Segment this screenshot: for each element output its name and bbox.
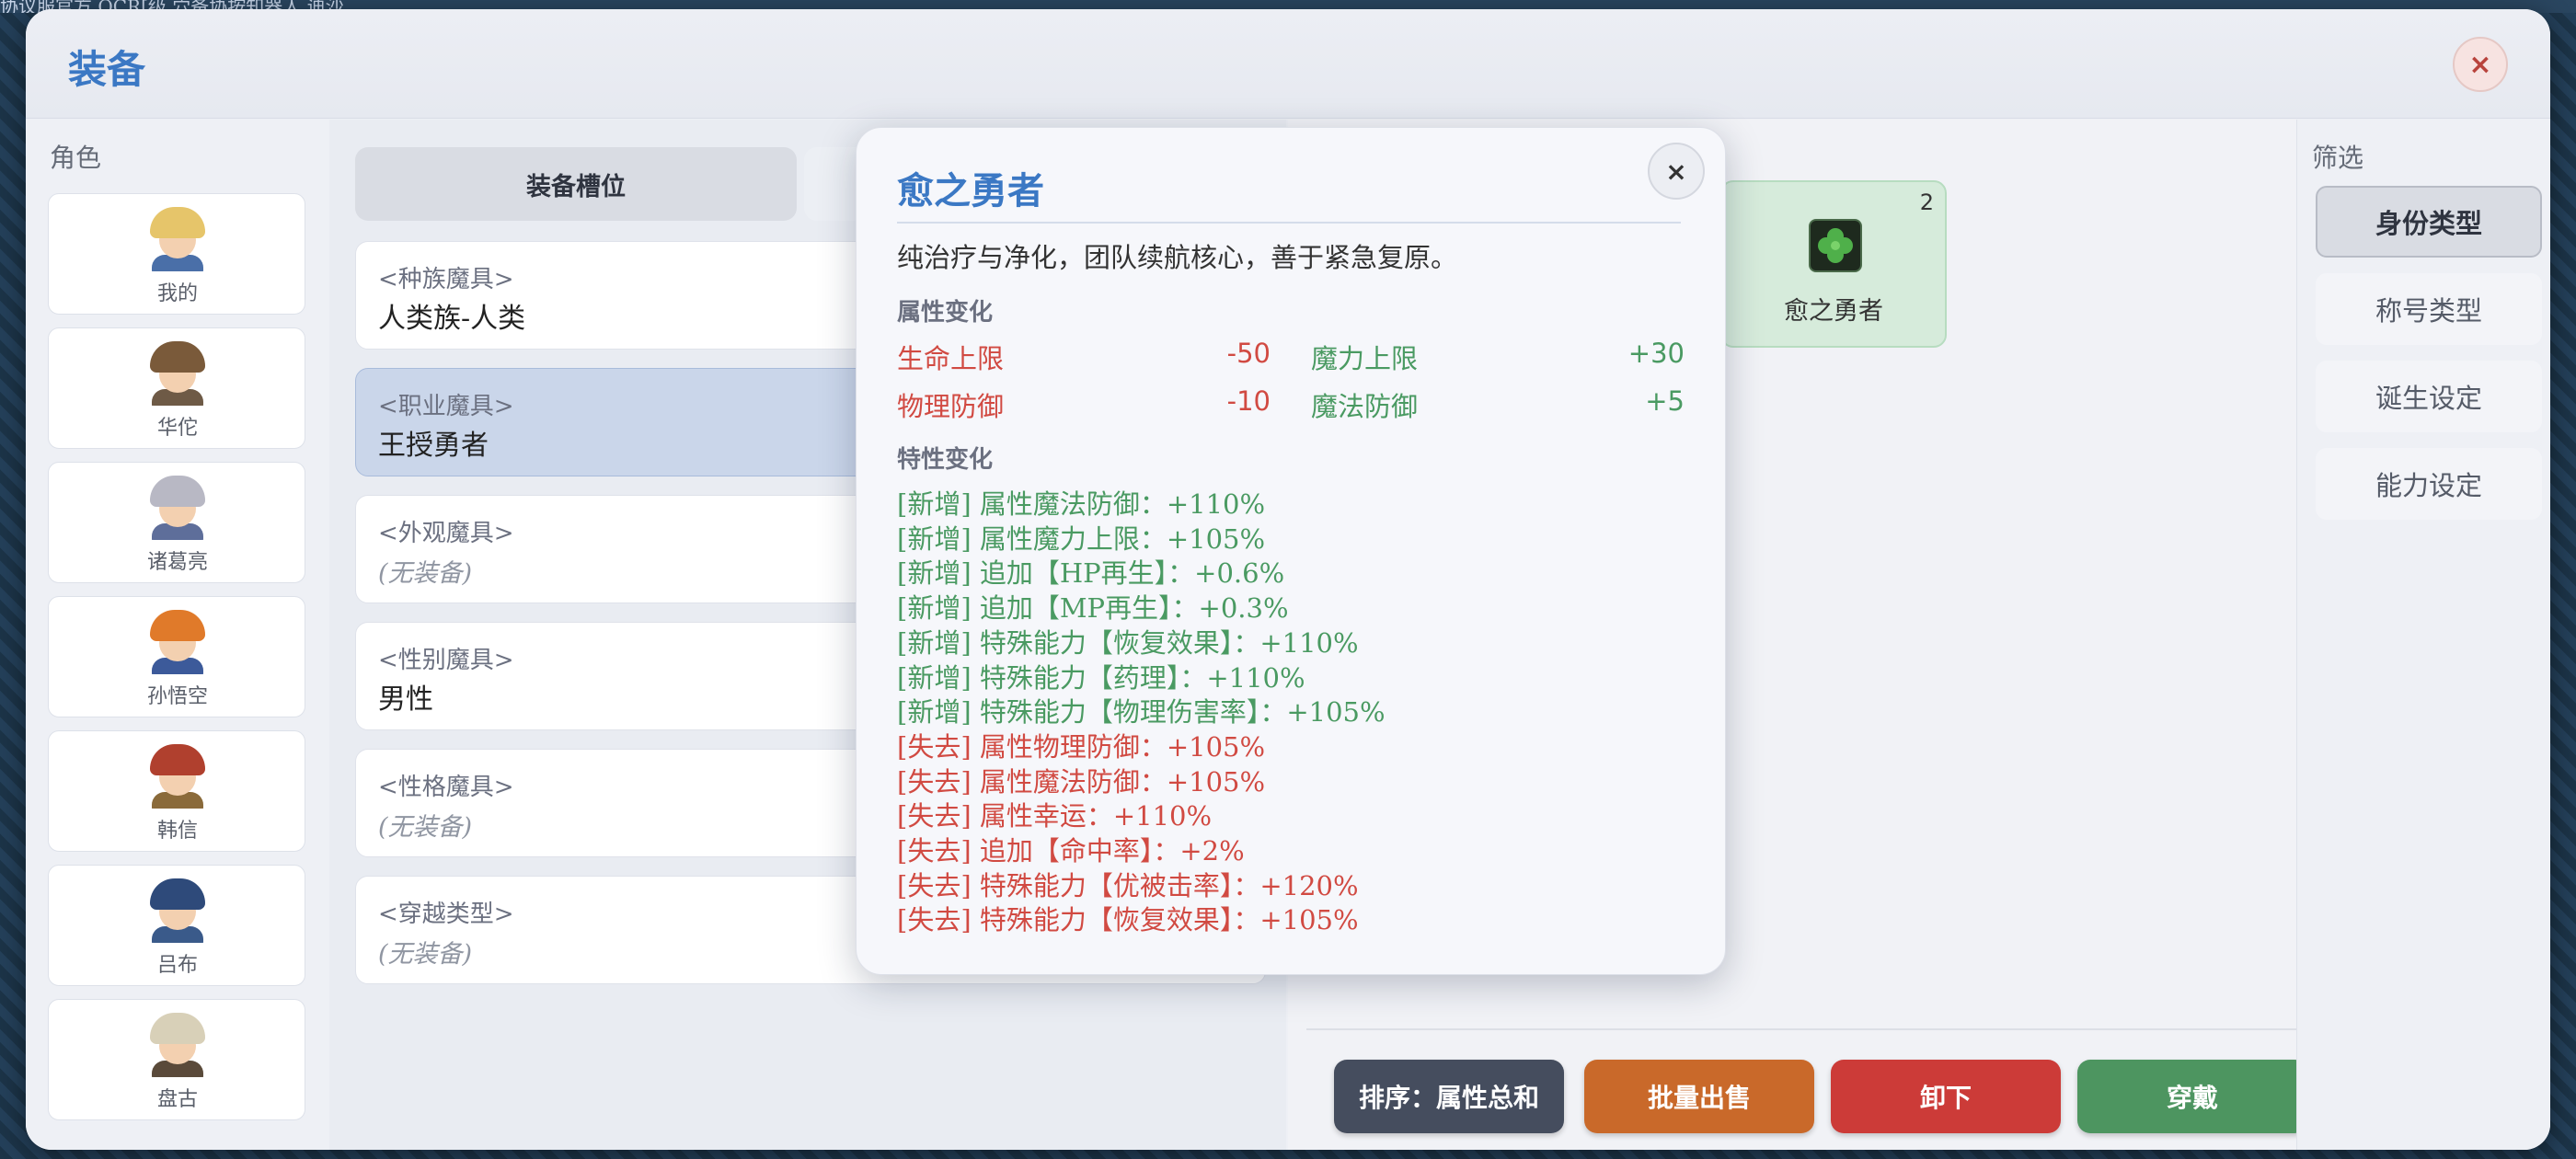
role-card[interactable]: 诸葛亮	[48, 462, 305, 583]
stat-value: +30	[1627, 338, 1685, 369]
trait-line: [新增] 特殊能力【恢复效果】：+110%	[897, 626, 1359, 659]
trait-line: [新增] 追加【HP再生】：+0.6%	[897, 557, 1285, 590]
stat-value: -10	[1226, 385, 1271, 417]
slot-type: <性别魔具>	[378, 647, 514, 674]
avatar	[144, 339, 211, 406]
slot-value: (无装备)	[378, 559, 473, 588]
avatar	[144, 877, 211, 943]
window-close-button[interactable]: ×	[2453, 37, 2508, 92]
equip-button[interactable]: 穿戴	[2077, 1060, 2307, 1133]
trait-line: [失去] 属性魔法防御：+105%	[897, 765, 1266, 798]
role-name: 我的	[156, 282, 198, 305]
popup-divider	[897, 222, 1681, 224]
slot-value: (无装备)	[378, 940, 473, 969]
trait-line: [失去] 特殊能力【恢复效果】：+105%	[897, 904, 1359, 936]
filter-panel: 筛选 身份类型称号类型诞生设定能力设定	[2296, 120, 2550, 1150]
trait-line: [失去] 追加【命中率】：+2%	[897, 835, 1245, 866]
popup-description: 纯治疗与净化，团队续航核心，善于紧急复原。	[897, 242, 1458, 273]
divider	[1306, 1028, 2304, 1030]
popup-close-button[interactable]: ×	[1648, 143, 1705, 200]
avatar	[144, 608, 211, 674]
item-name: 愈之勇者	[1784, 297, 1883, 326]
batch-sell-button[interactable]: 批量出售	[1584, 1060, 1814, 1133]
trait-change-heading: 特性变化	[897, 446, 994, 474]
trait-line: [失去] 属性物理防御：+105%	[897, 730, 1266, 763]
role-card[interactable]: 孙悟空	[48, 596, 305, 717]
slot-value: 王授勇者	[378, 430, 489, 462]
item-count: 2	[1919, 189, 1934, 215]
avatar	[144, 1011, 211, 1077]
slot-type: <外观魔具>	[378, 520, 514, 547]
role-card[interactable]: 盘古	[48, 999, 305, 1120]
sort-button[interactable]: 排序：属性总和	[1334, 1060, 1564, 1133]
slot-type: <性格魔具>	[378, 774, 514, 801]
trait-line: [新增] 属性魔力上限：+105%	[897, 522, 1266, 555]
filter-button[interactable]: 身份类型	[2316, 186, 2542, 258]
item-card[interactable]: 2 愈之勇者	[1720, 180, 1947, 348]
title-bar: 装备 ×	[26, 9, 2550, 119]
avatar	[144, 205, 211, 271]
slot-value: 男性	[378, 683, 433, 716]
role-name: 韩信	[156, 820, 198, 843]
roles-panel: 角色 我的华佗诸葛亮孙悟空韩信吕布盘古	[26, 120, 329, 1150]
role-card[interactable]: 华佗	[48, 327, 305, 449]
clover-icon	[1809, 219, 1862, 272]
slot-type: <穿越类型>	[378, 901, 514, 928]
role-name: 盘古	[156, 1088, 198, 1111]
roles-label: 角色	[50, 143, 102, 173]
stat-label: 魔法防御	[1311, 391, 1419, 422]
stat-value: +5	[1645, 385, 1685, 417]
filter-label: 筛选	[2312, 143, 2364, 173]
avatar	[144, 474, 211, 540]
role-card[interactable]: 吕布	[48, 865, 305, 986]
trait-line: [新增] 特殊能力【药理】：+110%	[897, 661, 1305, 694]
stat-label: 物理防御	[897, 391, 1005, 422]
role-card[interactable]: 韩信	[48, 730, 305, 852]
role-card[interactable]: 我的	[48, 193, 305, 315]
trait-line: [新增] 特殊能力【物理伤害率】：+105%	[897, 696, 1386, 729]
role-name: 华佗	[156, 417, 198, 440]
slot-type: <职业魔具>	[378, 393, 514, 420]
slot-value: (无装备)	[378, 813, 473, 842]
slot-value: 人类族-人类	[378, 303, 526, 335]
popup-title: 愈之勇者	[897, 169, 1044, 212]
window-title: 装备	[68, 47, 146, 92]
trait-line: [新增] 属性魔法防御：+110%	[897, 488, 1266, 520]
tab-equipment-slots[interactable]: 装备槽位	[355, 147, 797, 221]
filter-button[interactable]: 能力设定	[2316, 448, 2542, 520]
stat-label: 生命上限	[897, 343, 1005, 374]
avatar	[144, 742, 211, 809]
filter-button[interactable]: 诞生设定	[2316, 361, 2542, 432]
trait-line: [失去] 属性幸运：+110%	[897, 800, 1213, 832]
role-name: 孙悟空	[146, 685, 208, 708]
trait-line: [失去] 特殊能力【优被击率】：+120%	[897, 869, 1359, 901]
item-detail-popup: 愈之勇者 × 纯治疗与净化，团队续航核心，善于紧急复原。 属性变化 生命上限 -5…	[856, 127, 1726, 975]
role-name: 吕布	[156, 954, 198, 977]
unequip-button[interactable]: 卸下	[1831, 1060, 2061, 1133]
trait-line: [新增] 追加【MP再生】：+0.3%	[897, 592, 1289, 625]
role-name: 诸葛亮	[146, 551, 208, 574]
stat-label: 魔力上限	[1311, 343, 1419, 374]
stat-value: -50	[1226, 338, 1271, 369]
filter-button[interactable]: 称号类型	[2316, 273, 2542, 345]
slot-type: <种族魔具>	[378, 266, 514, 293]
attribute-change-heading: 属性变化	[897, 299, 994, 327]
